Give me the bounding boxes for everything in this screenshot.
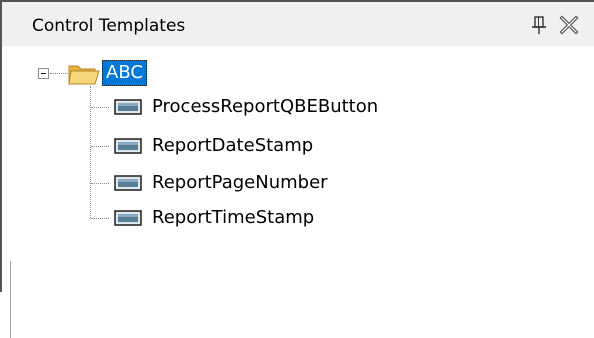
collapse-toggle[interactable] — [38, 68, 49, 79]
tree-connector — [91, 107, 109, 108]
panel-titlebar: Control Templates — [2, 2, 594, 46]
control-templates-panel: Control Templates ABC ProcessReportQBEBu… — [0, 0, 594, 338]
panel-inner-border — [10, 261, 11, 338]
control-template-icon — [110, 175, 146, 191]
close-icon[interactable] — [558, 14, 580, 36]
control-template-icon — [110, 138, 146, 154]
tree-item-label: ReportTimeStamp — [152, 207, 315, 228]
open-folder-icon — [68, 62, 100, 86]
tree-connector — [91, 146, 109, 147]
tree-item-report-date-stamp[interactable]: ReportDateStamp — [108, 129, 468, 163]
tree-item-label: ProcessReportQBEButton — [152, 96, 379, 117]
tree-item-report-page-number[interactable]: ReportPageNumber — [108, 166, 468, 200]
tree-root-label: ABC — [102, 60, 147, 86]
tree-connector — [91, 218, 109, 219]
tree-item-label: ReportPageNumber — [152, 172, 328, 193]
tree-root-node[interactable]: ABC — [102, 60, 147, 86]
tree-connector — [91, 183, 109, 184]
tree-item-process-report-qbe-button[interactable]: ProcessReportQBEButton — [108, 90, 468, 124]
tree-item-report-time-stamp[interactable]: ReportTimeStamp — [108, 201, 468, 235]
tree-connector — [90, 86, 91, 218]
panel-title: Control Templates — [32, 16, 186, 36]
tree-connector — [50, 73, 68, 74]
tree-item-label: ReportDateStamp — [152, 135, 314, 156]
pin-icon[interactable] — [530, 14, 548, 36]
control-template-icon — [110, 99, 146, 115]
control-template-icon — [110, 210, 146, 226]
